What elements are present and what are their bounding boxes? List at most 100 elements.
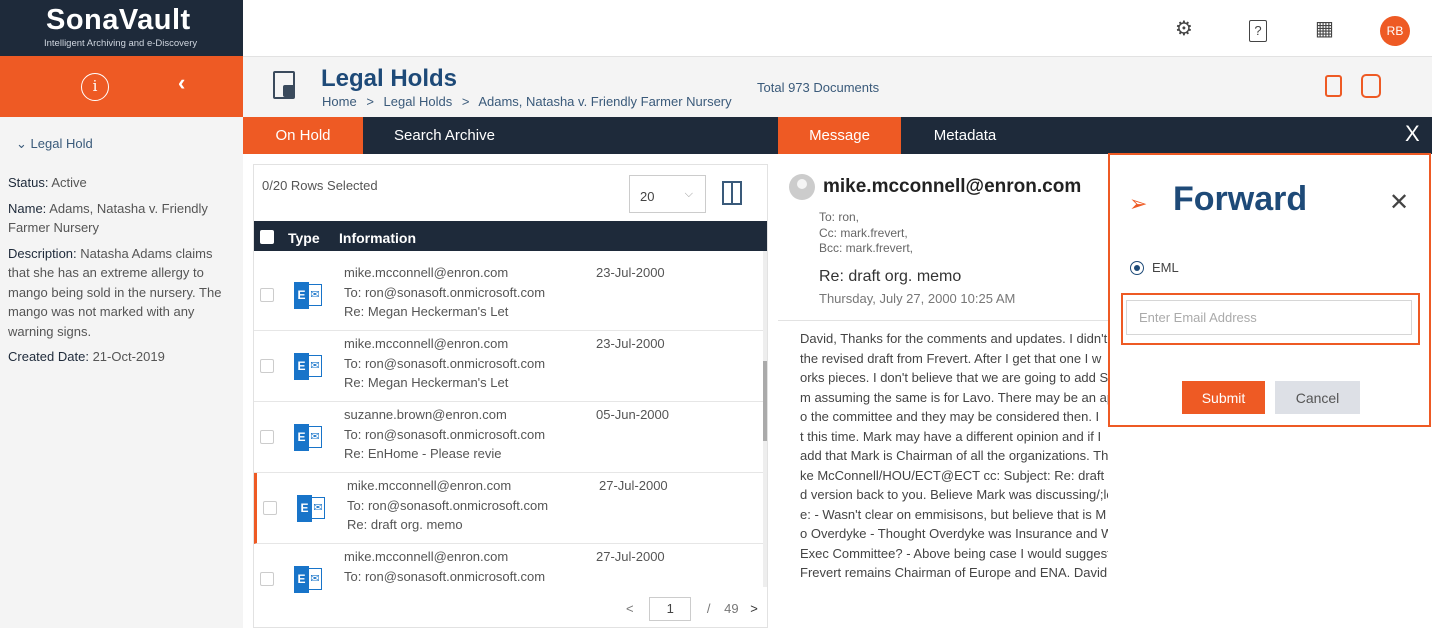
table-row-selected[interactable]: E ✉ mike.mcconnell@enron.com To: ron@sona…: [254, 473, 764, 544]
row-date: 27-Jul-2000: [599, 478, 668, 493]
row-from: mike.mcconnell@enron.com: [344, 549, 509, 564]
page-size-value: 20: [640, 189, 655, 204]
eml-radio[interactable]: [1130, 261, 1144, 275]
chevron-down-icon: ⌵: [684, 188, 693, 200]
total-documents: Total 973 Documents: [757, 80, 880, 95]
gear-icon[interactable]: ⚙: [1175, 16, 1193, 41]
column-header-information[interactable]: Information: [339, 230, 416, 246]
message-from: mike.mcconnell@enron.com: [823, 176, 1082, 197]
row-subject: Re: draft org. memo: [347, 517, 463, 532]
info-icon[interactable]: i: [81, 73, 109, 101]
chevron-down-icon: ⌄: [16, 136, 27, 151]
message-body-line: e: - Wasn't clear on emmisisons, but bel…: [800, 506, 1107, 522]
page-number-input[interactable]: 1: [649, 597, 692, 621]
row-date: 23-Jul-2000: [596, 265, 665, 280]
top-header: ⚙ ? ▦ RB: [243, 0, 1432, 57]
help-icon[interactable]: ?: [1249, 20, 1267, 42]
row-checkbox[interactable]: [260, 430, 274, 444]
grid-icon[interactable]: ▦: [1315, 16, 1334, 41]
unlock-icon[interactable]: [1325, 75, 1342, 97]
legal-hold-section-label: Legal Hold: [30, 136, 93, 151]
table-row[interactable]: E ✉ mike.mcconnell@enron.com To: ron@sona…: [254, 331, 764, 402]
forward-dialog-title: Forward: [1173, 180, 1308, 218]
submit-button[interactable]: Submit: [1182, 381, 1265, 414]
row-checkbox[interactable]: [260, 359, 274, 373]
email-address-input[interactable]: [1126, 300, 1412, 335]
tab-metadata[interactable]: Metadata: [901, 117, 1029, 154]
row-checkbox[interactable]: [263, 501, 277, 515]
table-row[interactable]: E ✉ mike.mcconnell@enron.com To: ron@sona…: [254, 260, 764, 331]
page-title-bar: Legal Holds Home > Legal Holds > Adams, …: [243, 57, 1432, 117]
list-scrollbar[interactable]: [763, 251, 767, 587]
message-cc: Cc: mark.frevert,: [819, 225, 908, 240]
page-size-select[interactable]: 20 ⌵: [629, 175, 706, 213]
message-body-line: o the committee and they may be consider…: [800, 409, 1100, 424]
columns-icon[interactable]: [722, 181, 742, 205]
cancel-button[interactable]: Cancel: [1275, 381, 1360, 414]
page-separator: /: [706, 601, 711, 616]
table-row[interactable]: E ✉ suzanne.brown@enron.com To: ron@sonas…: [254, 402, 764, 473]
document-list: 0/20 Rows Selected 20 ⌵ Type Information…: [253, 164, 768, 628]
breadcrumb-legal-holds[interactable]: Legal Holds: [384, 94, 453, 109]
logo[interactable]: SonaVault Intelligent Archiving and e-Di…: [0, 0, 243, 56]
exchange-icon: E ✉: [294, 282, 322, 309]
row-from: mike.mcconnell@enron.com: [344, 336, 509, 351]
row-subject: Re: Megan Heckerman's Let: [344, 304, 509, 319]
message-recipients: To: ron, Cc: mark.frevert, Bcc: mark.fre…: [819, 210, 913, 257]
status-label: Status:: [8, 175, 49, 190]
row-checkbox[interactable]: [260, 572, 274, 586]
scrollbar-thumb[interactable]: [763, 361, 767, 441]
breadcrumb-home[interactable]: Home: [322, 94, 357, 109]
tab-message[interactable]: Message: [778, 117, 901, 154]
message-subject: Re: draft org. memo: [819, 268, 962, 285]
send-icon: ➢: [1129, 191, 1148, 216]
description-label: Description:: [8, 245, 77, 261]
row-from: mike.mcconnell@enron.com: [344, 265, 509, 280]
message-bcc: Bcc: mark.frevert,: [819, 241, 914, 255]
tab-search-archive[interactable]: Search Archive: [363, 117, 526, 154]
message-to: To: ron,: [819, 210, 860, 224]
column-header-type[interactable]: Type: [288, 230, 320, 246]
table-row[interactable]: E ✉ mike.mcconnell@enron.com To: ron@sona…: [254, 544, 764, 593]
next-page-button[interactable]: >: [750, 601, 758, 616]
logo-name: SonaVault: [46, 4, 191, 36]
row-subject: Re: Megan Heckerman's Let: [344, 375, 509, 390]
exchange-icon: E ✉: [297, 495, 325, 522]
database-icon[interactable]: [1361, 74, 1381, 98]
email-field-highlight: [1121, 293, 1420, 345]
row-to: To: ron@sonasoft.onmicrosoft.com: [344, 427, 546, 442]
message-body-line: Exec Committee? - Above being case I wou…: [800, 545, 1108, 561]
message-date: Thursday, July 27, 2000 10:25 AM: [819, 291, 1016, 306]
row-checkbox[interactable]: [260, 288, 274, 302]
chevron-left-icon[interactable]: ‹: [178, 70, 185, 96]
exchange-icon: E ✉: [294, 566, 322, 593]
breadcrumb-separator: >: [366, 94, 374, 109]
close-icon[interactable]: ✕: [1389, 188, 1409, 217]
name-label: Name:: [8, 200, 47, 216]
logo-tagline: Intelligent Archiving and e-Discovery: [44, 38, 198, 49]
close-panel-button[interactable]: X: [1405, 121, 1420, 147]
prev-page-button[interactable]: <: [626, 601, 634, 616]
row-to: To: ron@sonasoft.onmicrosoft.com: [344, 285, 546, 300]
message-body-line: Frevert remains Chairman of Europe and E…: [800, 565, 1108, 580]
message-body-line: t this time. Mark may have a different o…: [800, 428, 1102, 444]
breadcrumb-current: Adams, Natasha v. Friendly Farmer Nurser…: [478, 94, 732, 109]
exchange-icon: E ✉: [294, 353, 322, 380]
created-date-value: 21-Oct-2019: [92, 349, 165, 364]
message-body-line: d version back to you. Believe Mark was …: [800, 487, 1108, 502]
row-from: suzanne.brown@enron.com: [344, 407, 507, 422]
message-body-line: ke McConnell/HOU/ECT@ECT cc: Subject: Re…: [800, 467, 1108, 483]
row-to: To: ron@sonasoft.onmicrosoft.com: [344, 569, 546, 584]
exchange-icon: E ✉: [294, 424, 322, 451]
row-subject: Re: EnHome - Please revie: [344, 446, 502, 461]
tab-on-hold[interactable]: On Hold: [243, 117, 363, 154]
sidebar: SonaVault Intelligent Archiving and e-Di…: [0, 0, 243, 628]
eml-radio-label[interactable]: EML: [1152, 260, 1179, 275]
row-date: 05-Jun-2000: [596, 407, 669, 422]
legal-hold-section-toggle[interactable]: ⌄ Legal Hold: [16, 136, 93, 152]
total-pages: 49: [724, 601, 739, 616]
row-date: 27-Jul-2000: [596, 549, 665, 564]
row-from: mike.mcconnell@enron.com: [347, 478, 512, 493]
user-avatar[interactable]: RB: [1380, 16, 1410, 46]
select-all-checkbox[interactable]: [260, 230, 274, 244]
